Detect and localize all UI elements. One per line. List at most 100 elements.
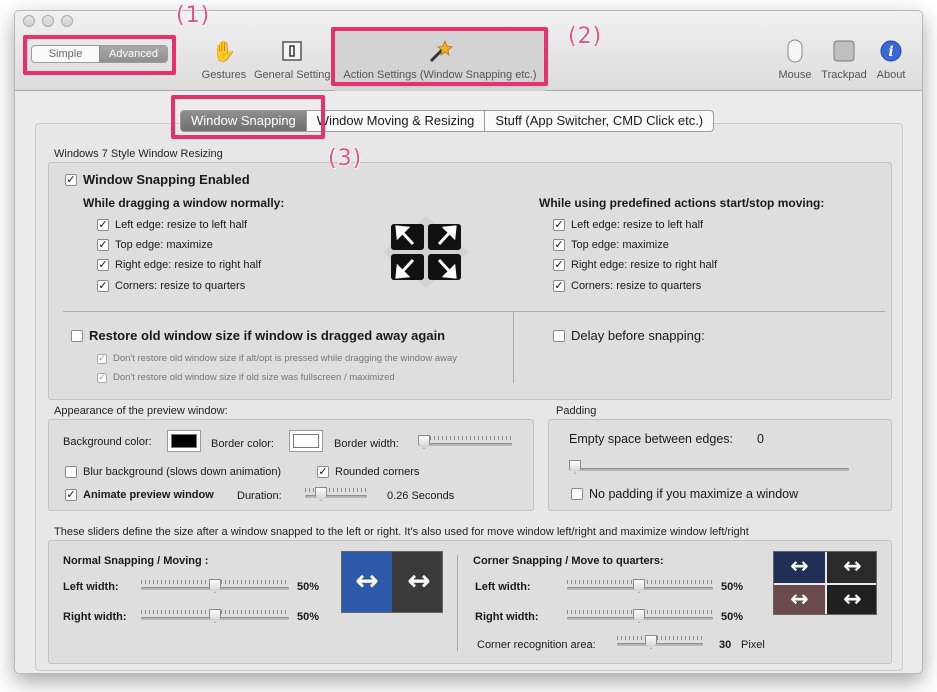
- restore-fullscreen-checkbox[interactable]: ✓ Don't restore old window size if old si…: [97, 372, 395, 383]
- preferences-window: Simple Advanced ✋ Gestures General Setti…: [14, 10, 923, 674]
- animate-preview-checkbox[interactable]: ✓ Animate preview window: [65, 489, 214, 501]
- bg-color-swatch: [171, 434, 197, 448]
- empty-space-label: Empty space between edges:: [569, 432, 733, 446]
- slider-knob[interactable]: [418, 435, 430, 449]
- left-right-arrow-icon: ↔: [843, 587, 862, 612]
- tab-window-moving-resizing[interactable]: Window Moving & Resizing: [305, 111, 485, 131]
- toolbar-general-settings[interactable]: General Setting: [254, 39, 330, 81]
- callout-box-1: [23, 35, 176, 75]
- blur-background-checkbox[interactable]: Blur background (slows down animation): [65, 466, 281, 478]
- about-icon: i: [878, 39, 904, 65]
- checkmark-icon: ✓: [97, 353, 107, 364]
- appearance-group: Background color: Border color: Border w…: [48, 419, 534, 511]
- normal-corners-checkbox[interactable]: ✓ Corners: resize to quarters: [97, 280, 245, 292]
- minimize-window-button[interactable]: [42, 15, 54, 27]
- mouse-icon: [782, 39, 808, 65]
- slider-knob[interactable]: [209, 579, 221, 593]
- section-label-padding: Padding: [556, 405, 597, 417]
- delay-snapping-checkbox[interactable]: Delay before snapping:: [553, 328, 705, 343]
- left-right-arrow-icon: ↔: [790, 587, 809, 612]
- duration-label: Duration:: [237, 490, 282, 502]
- border-color-well[interactable]: [289, 430, 323, 452]
- corner-left-width-value: 50%: [721, 581, 744, 593]
- tab-stuff[interactable]: Stuff (App Switcher, CMD Click etc.): [484, 111, 713, 131]
- predef-top-edge-checkbox[interactable]: ✓ Top edge: maximize: [553, 239, 669, 251]
- slider-knob[interactable]: [569, 460, 581, 474]
- normal-right-width-slider[interactable]: [141, 609, 289, 623]
- checkmark-icon: ✓: [97, 279, 109, 292]
- toolbar-mouse[interactable]: Mouse: [777, 39, 813, 81]
- left-right-arrow-icon: ↔: [355, 564, 379, 597]
- restore-size-checkbox[interactable]: Restore old window size if window is dra…: [71, 328, 445, 343]
- toolbar-gestures[interactable]: ✋ Gestures: [201, 39, 247, 81]
- corner-area-label: Corner recognition area:: [477, 639, 596, 651]
- checkmark-icon: ✓: [97, 218, 109, 231]
- checkmark-icon: ✓: [553, 238, 565, 251]
- padding-slider[interactable]: [569, 460, 849, 474]
- normal-right-width-value: 50%: [297, 611, 320, 623]
- corner-snapping-heading: Corner Snapping / Move to quarters:: [473, 555, 664, 567]
- bg-color-well[interactable]: [167, 430, 201, 452]
- general-settings-icon: [279, 39, 305, 65]
- normal-left-width-label: Left width:: [63, 581, 119, 593]
- corner-right-width-label: Right width:: [475, 611, 539, 623]
- snap-arrows-icon: [383, 216, 469, 288]
- restore-alt-checkbox[interactable]: ✓ Don't restore old window size if alt/op…: [97, 353, 457, 364]
- corner-left-width-label: Left width:: [475, 581, 531, 593]
- normal-drag-heading: While dragging a window normally:: [83, 196, 285, 210]
- normal-left-edge-checkbox[interactable]: ✓ Left edge: resize to left half: [97, 219, 247, 231]
- duration-slider[interactable]: [305, 487, 367, 501]
- normal-top-edge-checkbox[interactable]: ✓ Top edge: maximize: [97, 239, 213, 251]
- predef-corners-checkbox[interactable]: ✓ Corners: resize to quarters: [553, 280, 701, 292]
- sizes-divider: [457, 555, 458, 651]
- slider-knob[interactable]: [209, 609, 221, 623]
- sizes-group: Normal Snapping / Moving : Left width: 5…: [48, 540, 892, 664]
- no-padding-maximize-checkbox[interactable]: No padding if you maximize a window: [571, 487, 798, 501]
- slider-knob[interactable]: [633, 579, 645, 593]
- checkmark-icon: ✓: [97, 238, 109, 251]
- callout-box-2: [331, 27, 548, 86]
- normal-left-width-slider[interactable]: [141, 579, 289, 593]
- toolbar-trackpad[interactable]: Trackpad: [819, 39, 869, 81]
- callout-label-1: (1): [176, 3, 211, 28]
- corner-right-width-slider[interactable]: [567, 609, 713, 623]
- slider-knob[interactable]: [633, 609, 645, 623]
- checkmark-icon: ✓: [553, 218, 565, 231]
- snapping-enabled-checkbox[interactable]: ✓ Window Snapping Enabled: [65, 172, 250, 187]
- predef-right-edge-checkbox[interactable]: ✓ Right edge: resize to right half: [553, 259, 717, 271]
- predef-left-edge-checkbox[interactable]: ✓ Left edge: resize to left half: [553, 219, 703, 231]
- normal-right-edge-checkbox[interactable]: ✓ Right edge: resize to right half: [97, 259, 261, 271]
- sizes-note: These sliders define the size after a wi…: [54, 526, 749, 538]
- checkmark-icon: ✓: [553, 258, 565, 271]
- trackpad-icon: [831, 39, 857, 65]
- section-label-win7: Windows 7 Style Window Resizing: [54, 148, 223, 160]
- corner-right-width-value: 50%: [721, 611, 744, 623]
- snap-divider: [63, 311, 885, 312]
- normal-snapping-preview-image: ↔ ↔: [341, 551, 443, 613]
- border-color-swatch: [293, 434, 319, 448]
- checkmark-icon: ✓: [97, 372, 107, 383]
- zoom-window-button[interactable]: [61, 15, 73, 27]
- snapping-group: ✓ Window Snapping Enabled While dragging …: [48, 162, 892, 400]
- corner-left-width-slider[interactable]: [567, 579, 713, 593]
- callout-box-3: [171, 95, 325, 139]
- normal-snapping-heading: Normal Snapping / Moving :: [63, 555, 209, 567]
- predefined-heading: While using predefined actions start/sto…: [539, 196, 825, 210]
- left-right-arrow-icon: ↔: [843, 554, 862, 579]
- slider-knob[interactable]: [315, 487, 327, 501]
- checkmark-icon: ✓: [65, 172, 77, 186]
- normal-left-width-value: 50%: [297, 581, 320, 593]
- corner-area-slider[interactable]: [617, 635, 703, 649]
- bg-color-label: Background color:: [63, 436, 152, 448]
- corner-area-unit: Pixel: [741, 639, 765, 651]
- toolbar-about[interactable]: i About: [873, 39, 909, 81]
- close-window-button[interactable]: [23, 15, 35, 27]
- border-width-slider[interactable]: [418, 435, 512, 449]
- checkmark-icon: ✓: [65, 488, 77, 501]
- checkmark-icon: ✓: [317, 465, 329, 478]
- duration-value: 0.26 Seconds: [387, 490, 455, 502]
- corner-area-value: 30: [719, 639, 732, 651]
- slider-knob[interactable]: [645, 635, 657, 649]
- left-right-arrow-icon: ↔: [407, 564, 431, 597]
- rounded-corners-checkbox[interactable]: ✓ Rounded corners: [317, 466, 419, 478]
